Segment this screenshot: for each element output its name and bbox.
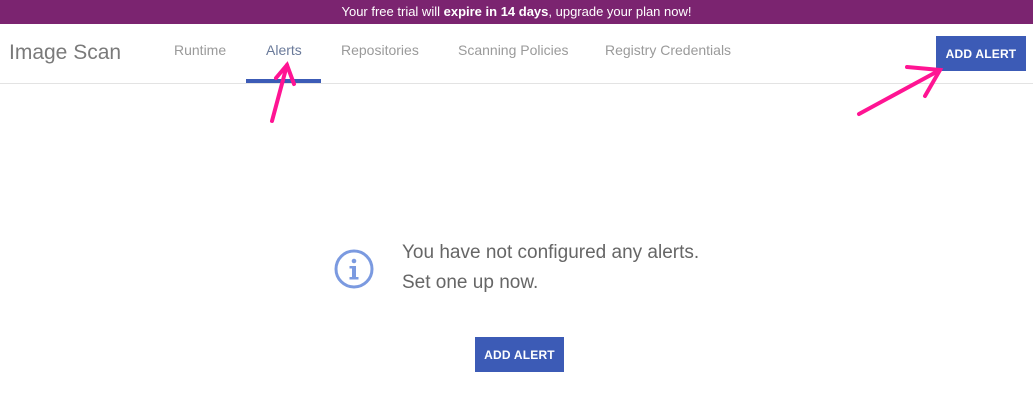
- trial-banner-expiry: expire in 14 days: [443, 4, 549, 19]
- tab-registry-credentials[interactable]: Registry Credentials: [605, 42, 731, 58]
- tab-repositories[interactable]: Repositories: [341, 42, 419, 58]
- active-tab-indicator: [246, 79, 321, 83]
- tab-scanning-policies[interactable]: Scanning Policies: [458, 42, 569, 58]
- trial-banner: Your free trial will expire in 14 days, …: [0, 0, 1033, 24]
- page-header: Image Scan Runtime Alerts Repositories S…: [0, 24, 1033, 84]
- trial-banner-prefix: Your free trial will: [341, 4, 444, 19]
- add-alert-header-button[interactable]: ADD ALERT: [936, 36, 1026, 71]
- tab-alerts[interactable]: Alerts: [266, 42, 302, 58]
- trial-banner-suffix: , upgrade your plan now!: [548, 4, 692, 19]
- tab-runtime[interactable]: Runtime: [174, 42, 226, 58]
- info-icon: [334, 249, 374, 289]
- empty-state: You have not configured any alerts. Set …: [333, 238, 753, 302]
- empty-state-message: You have not configured any alerts.: [402, 242, 700, 263]
- app-title: Image Scan: [9, 41, 122, 64]
- add-alert-button[interactable]: ADD ALERT: [475, 337, 564, 372]
- empty-state-prompt: Set one up now.: [402, 272, 539, 293]
